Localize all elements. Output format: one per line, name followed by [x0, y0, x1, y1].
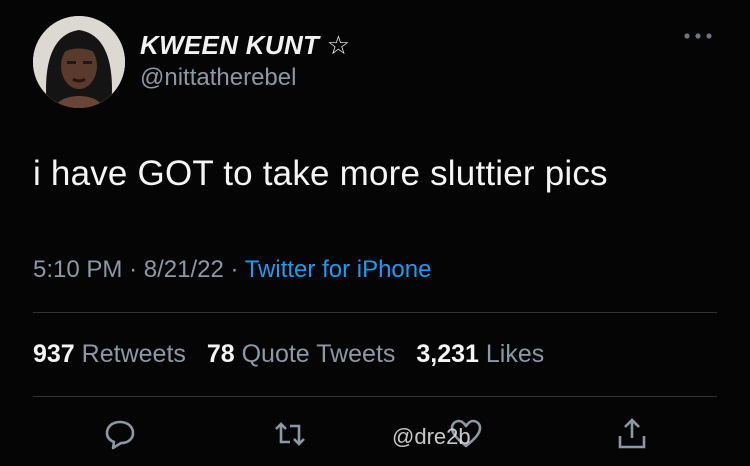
avatar[interactable]: [33, 16, 125, 108]
author-handle[interactable]: @nittatherebel: [140, 64, 296, 92]
likes-stat[interactable]: 3,231 Likes: [416, 340, 544, 368]
divider: [33, 396, 717, 397]
tweet-time[interactable]: 5:10 PM: [33, 256, 122, 283]
reply-icon[interactable]: [102, 416, 138, 452]
quote-tweets-stat[interactable]: 78 Quote Tweets: [207, 340, 403, 368]
retweet-icon[interactable]: [272, 416, 308, 452]
retweets-label: Retweets: [81, 340, 186, 368]
tweet-text: i have GOT to take more sluttier pics: [33, 154, 608, 193]
share-icon[interactable]: [614, 416, 650, 452]
tweet-stats: 937 Retweets 78 Quote Tweets 3,231 Likes: [33, 340, 558, 369]
retweets-stat[interactable]: 937 Retweets: [33, 340, 193, 368]
more-options-icon[interactable]: [682, 30, 714, 42]
tweet-source-link[interactable]: Twitter for iPhone: [245, 256, 432, 283]
watermark: @dre2b: [392, 424, 471, 449]
author-name-text: KWEEN KUNT: [140, 30, 320, 60]
divider: [33, 312, 717, 313]
tweet-date[interactable]: 8/21/22: [144, 256, 224, 283]
meta-separator: ·: [129, 256, 138, 283]
likes-label: Likes: [485, 340, 545, 368]
tweet-meta: 5:10 PM · 8/21/22 · Twitter for iPhone: [33, 256, 431, 284]
avatar-image: [33, 16, 125, 108]
author-display-name[interactable]: KWEEN KUNT ☆: [140, 30, 350, 61]
quote-tweets-label: Quote Tweets: [241, 340, 396, 368]
retweets-count: 937: [33, 340, 75, 368]
star-emoji: ☆: [326, 30, 351, 60]
quote-tweets-count: 78: [206, 340, 235, 368]
likes-count: 3,231: [416, 340, 479, 368]
meta-separator: ·: [230, 256, 239, 283]
